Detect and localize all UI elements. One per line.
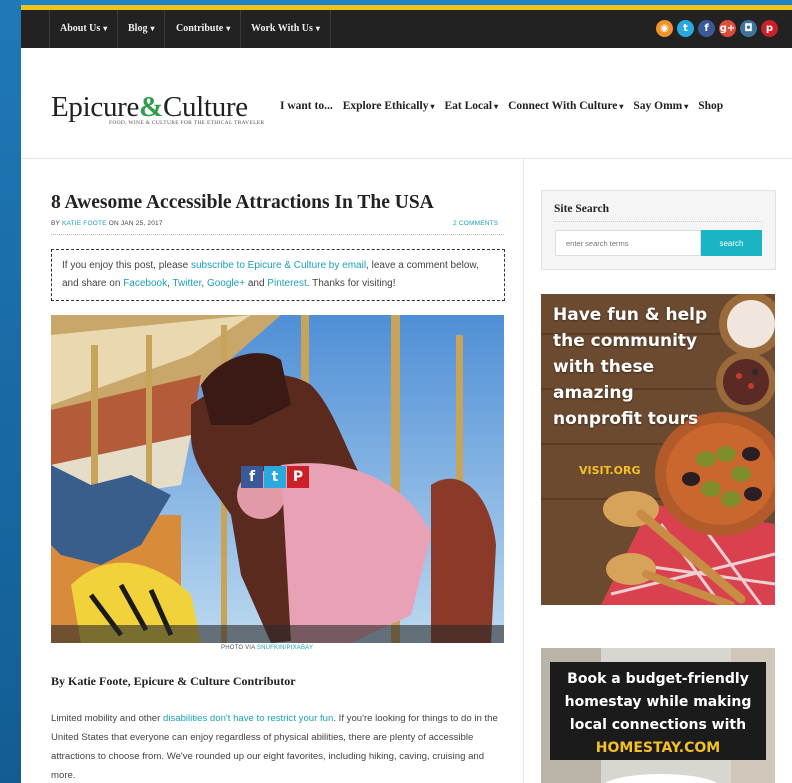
logo-wordmark: Epicure&Culture [51,92,248,122]
caret-down-icon: ▾ [494,102,499,111]
ad-text-box: Book a budget-friendly homestay while ma… [550,662,766,760]
site-search-widget: Site Search search [541,190,776,270]
share-twitter-icon[interactable]: t [264,466,286,488]
logo-ampersand: & [139,91,163,123]
topnav-label: Contribute [176,23,224,34]
pinterest-icon[interactable]: p [761,20,778,37]
post-byline: BY KATIE FOOTE ON JAN 25, 2017 [51,220,163,227]
facebook-link[interactable]: Facebook [123,278,167,289]
logo-tagline: FOOD, WINE & CULTURE FOR THE ETHICAL TRA… [109,120,265,126]
search-title: Site Search [554,203,610,215]
pinterest-link[interactable]: Pinterest [267,278,306,289]
site-logo[interactable]: Epicure&Culture FOOD, WINE & CULTURE FOR… [51,92,264,126]
nav-label: I want to... [280,100,333,112]
caret-down-icon: ▾ [150,24,155,33]
divider [554,221,762,222]
nav-shop[interactable]: Shop [698,100,723,116]
topnav-about-us[interactable]: About Us ▾ [50,10,119,48]
topnav-contribute[interactable]: Contribute ▾ [166,10,242,48]
page: About Us ▾ Blog ▾ Contribute ▾ Work With Us… [21,0,792,783]
nav-label: Shop [698,100,724,112]
subscribe-link[interactable]: subscribe to Epicure & Culture by email [191,260,366,271]
divider [51,234,504,236]
top-navigation-bar: About Us ▾ Blog ▾ Contribute ▾ Work With Us… [21,10,792,48]
ad-cta: VISIT.ORG [579,464,641,477]
nav-say-omm[interactable]: Say Omm ▾ [633,100,688,116]
nav-connect-with-culture[interactable]: Connect With Culture ▾ [508,100,623,116]
column-divider [523,158,524,783]
comments-link[interactable]: 2 COMMENTS [453,220,498,227]
notice-text: If you enjoy this post, please subscribe… [62,250,494,293]
homestay-ad[interactable]: Book a budget-friendly homestay while ma… [541,648,775,783]
topnav-work-with-us[interactable]: Work With Us ▾ [241,10,331,48]
share-facebook-icon[interactable]: f [241,466,263,488]
main-navigation: I want to... Explore Ethically ▾ Eat Loca… [280,100,733,116]
photo-credit: PHOTO VIA SNUFKIN/PIXABAY [221,645,313,651]
caret-down-icon: ▾ [103,24,108,33]
content-area: 8 Awesome Accessible Attractions In The … [21,158,792,783]
ad-headline: Book a budget-friendly homestay while ma… [550,668,766,760]
hero-image-carousel-horses[interactable]: f t P [51,315,504,643]
caret-down-icon: ▾ [619,102,624,111]
caret-down-icon: ▾ [315,24,320,33]
google-plus-icon[interactable]: g+ [719,20,736,37]
nav-label: Connect With Culture [508,100,618,112]
nav-label: Say Omm [633,100,683,112]
disabilities-link[interactable]: disabilities don't have to restrict your… [163,713,333,724]
instagram-icon[interactable]: ◘ [740,20,757,37]
ad-headline: Have fun & help the community with these… [553,305,708,429]
author-link[interactable]: KATIE FOOTE [62,220,107,227]
photo-credit-link[interactable]: SNUFKIN/PIXABAY [257,645,313,651]
byline-prefix: BY [51,220,60,227]
ad-brand: HOMESTAY.COM [595,740,721,756]
logo-part: Culture [162,91,248,123]
google-plus-link[interactable]: Google+ [207,278,245,289]
para-text: Limited mobility and other [51,713,163,724]
nav-eat-local[interactable]: Eat Local ▾ [444,100,498,116]
twitter-icon[interactable]: t [677,20,694,37]
notice-text: If you enjoy this post, please [62,260,191,271]
twitter-link[interactable]: Twitter [172,278,201,289]
caret-down-icon: ▾ [226,24,231,33]
nav-label: Eat Local [444,100,493,112]
nav-label: Explore Ethically [342,100,429,112]
subscribe-notice: If you enjoy this post, please subscribe… [51,249,505,301]
post-title: 8 Awesome Accessible Attractions In The … [51,192,434,213]
visit-org-ad[interactable]: Have fun & help the community with these… [541,294,775,605]
search-button[interactable]: search [701,230,762,256]
topnav-label: Blog [128,23,148,34]
post-subheading: By Katie Foote, Epicure & Culture Contri… [51,674,296,688]
post-paragraph: Limited mobility and other disabilities … [51,709,506,783]
photo-credit-prefix: PHOTO VIA [221,645,257,651]
logo-part: Epicure [51,91,140,123]
notice-text: and [245,278,268,289]
site-header: Epicure&Culture FOOD, WINE & CULTURE FOR… [21,48,792,159]
search-input[interactable] [555,230,701,256]
caret-down-icon: ▾ [430,102,435,111]
top-accent-bar [21,0,792,10]
notice-text: . Thanks for visiting! [306,278,396,289]
caret-down-icon: ▾ [684,102,689,111]
browser-background [0,0,21,783]
ad-text: Book a budget-friendly homestay while ma… [564,671,752,733]
share-pinterest-icon[interactable]: P [287,466,309,488]
post-date: ON JAN 25, 2017 [108,220,163,227]
social-icons: ◉ t f g+ ◘ p [656,20,778,38]
nav-i-want-to[interactable]: I want to... [280,100,333,116]
topnav-label: About Us [60,23,101,34]
facebook-icon[interactable]: f [698,20,715,37]
nav-explore-ethically[interactable]: Explore Ethically ▾ [343,100,435,116]
topnav-label: Work With Us [251,23,313,34]
rss-icon[interactable]: ◉ [656,20,673,37]
topnav-blog[interactable]: Blog ▾ [118,10,166,48]
share-buttons: f t P [241,466,309,488]
